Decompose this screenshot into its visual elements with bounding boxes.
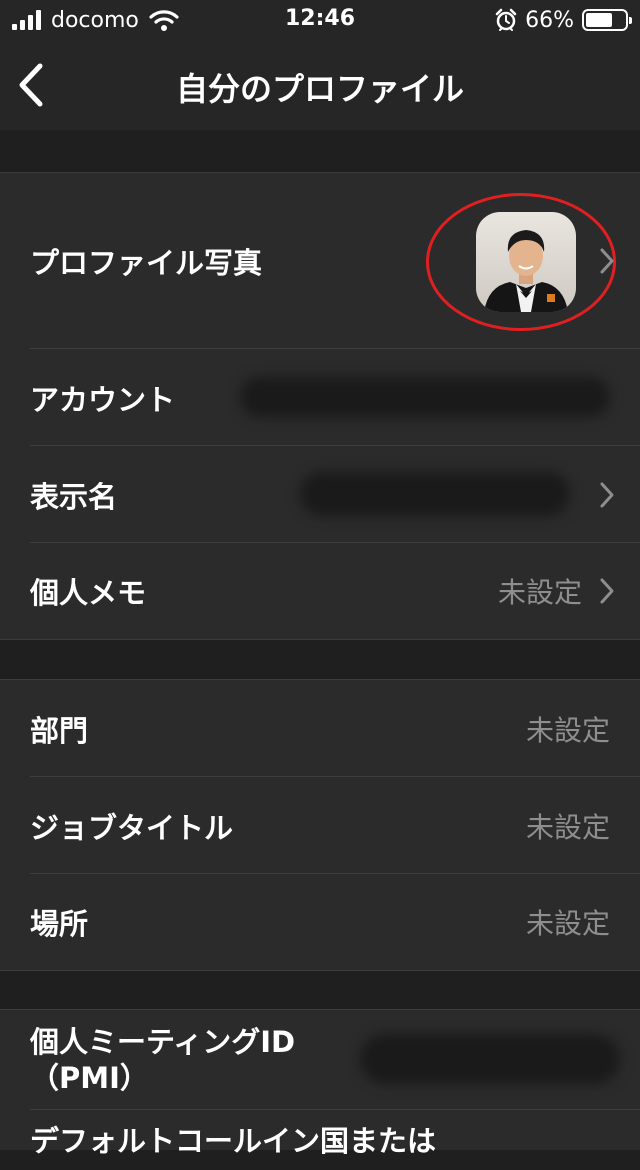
chevron-right-icon (600, 482, 614, 507)
display-name-value-redacted (300, 472, 570, 516)
default-call-in-row[interactable]: デフォルトコールイン国または (0, 1110, 640, 1170)
pmi-label-line2: （PMI） (30, 1061, 149, 1095)
display-name-row[interactable]: 表示名 (0, 446, 640, 543)
chevron-right-icon (600, 248, 614, 274)
alarm-icon (495, 8, 517, 31)
pmi-label-line1: 個人ミーティングID (30, 1025, 296, 1059)
chevron-right-icon (600, 578, 614, 604)
department-row[interactable]: 部門 未設定 (0, 680, 640, 777)
profile-photo-row[interactable]: プロファイル写真 (0, 173, 640, 349)
default-call-in-label: デフォルトコールイン国または (30, 1124, 437, 1158)
personal-memo-label: 個人メモ (30, 576, 147, 610)
job-title-row[interactable]: ジョブタイトル 未設定 (0, 777, 640, 874)
navigation-bar: 自分のプロファイル (0, 40, 640, 130)
battery-percent: 66% (525, 7, 574, 33)
display-name-label: 表示名 (30, 479, 118, 514)
personal-memo-value: 未設定 (497, 576, 582, 609)
status-right: 66% (495, 6, 632, 34)
work-section: 部門 未設定 ジョブタイトル 未設定 場所 未設定 (0, 679, 640, 971)
personal-memo-row[interactable]: 個人メモ 未設定 (0, 543, 640, 639)
job-title-value: 未設定 (525, 810, 610, 844)
location-label: 場所 (30, 907, 89, 941)
battery-icon (582, 9, 632, 31)
page-title: 自分のプロファイル (175, 70, 464, 108)
account-label: アカウント (30, 382, 176, 417)
account-value-redacted (240, 377, 610, 417)
department-value: 未設定 (525, 713, 610, 747)
highlight-circle (426, 193, 616, 331)
location-value: 未設定 (525, 907, 610, 940)
job-title-label: ジョブタイトル (30, 810, 234, 845)
pmi-value-redacted (360, 1034, 620, 1084)
account-row[interactable]: アカウント (0, 349, 640, 446)
meeting-section: 個人ミーティングID （PMI） デフォルトコールイン国または (0, 1009, 640, 1158)
status-bar: docomo 12:46 66% (0, 0, 640, 40)
pmi-label: 個人ミーティングID （PMI） (30, 1024, 295, 1096)
profile-photo-label: プロファイル写真 (30, 246, 263, 280)
pmi-row[interactable]: 個人ミーティングID （PMI） (0, 1010, 640, 1110)
location-row[interactable]: 場所 未設定 (0, 874, 640, 970)
department-label: 部門 (30, 713, 89, 748)
profile-section: プロファイル写真 アカウント 表示名 個人メモ 未設定 (0, 172, 640, 640)
